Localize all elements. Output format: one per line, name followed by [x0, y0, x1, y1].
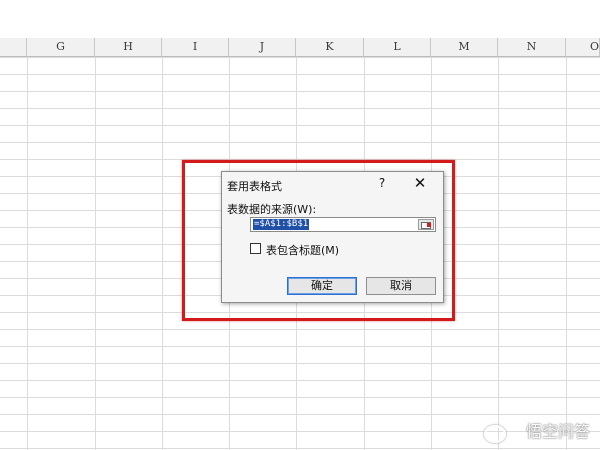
close-icon[interactable]: ✕ — [412, 174, 428, 192]
column-header-row: G H I J K L M N O — [0, 38, 600, 57]
column-header-h[interactable]: H — [95, 38, 162, 56]
column-header-i[interactable]: I — [162, 38, 229, 56]
data-source-label: 表数据的来源(W): — [227, 203, 317, 216]
column-header-g[interactable]: G — [27, 38, 95, 56]
dialog-title: 套用表格式 — [227, 180, 282, 193]
grid-line — [27, 57, 28, 450]
help-icon[interactable]: ? — [375, 176, 389, 190]
column-header-partial[interactable] — [0, 38, 27, 56]
range-select-icon[interactable] — [418, 219, 434, 230]
column-header-j[interactable]: J — [229, 38, 296, 56]
formula-bar-area — [0, 0, 600, 39]
watermark-text: 悟空问答 — [525, 422, 590, 441]
ok-button[interactable]: 确定 — [287, 277, 357, 295]
grid-line — [162, 57, 163, 450]
grid-line — [566, 57, 567, 450]
column-header-k[interactable]: K — [296, 38, 364, 56]
watermark-logo-icon — [484, 425, 506, 443]
range-value[interactable]: =$A$1:$B$1 — [253, 219, 310, 230]
format-as-table-dialog: 套用表格式 ? ✕ 表数据的来源(W): =$A$1:$B$1 表包含标题(M)… — [221, 171, 444, 303]
cancel-button[interactable]: 取消 — [366, 277, 436, 295]
has-headers-checkbox[interactable] — [250, 243, 261, 254]
column-header-m[interactable]: M — [431, 38, 498, 56]
grid-line — [498, 57, 499, 450]
grid-line — [95, 57, 96, 450]
column-header-n[interactable]: N — [498, 38, 566, 56]
column-header-o[interactable]: O — [566, 38, 600, 56]
column-header-l[interactable]: L — [364, 38, 431, 56]
range-input[interactable]: =$A$1:$B$1 — [250, 217, 436, 232]
has-headers-label[interactable]: 表包含标题(M) — [266, 242, 339, 258]
